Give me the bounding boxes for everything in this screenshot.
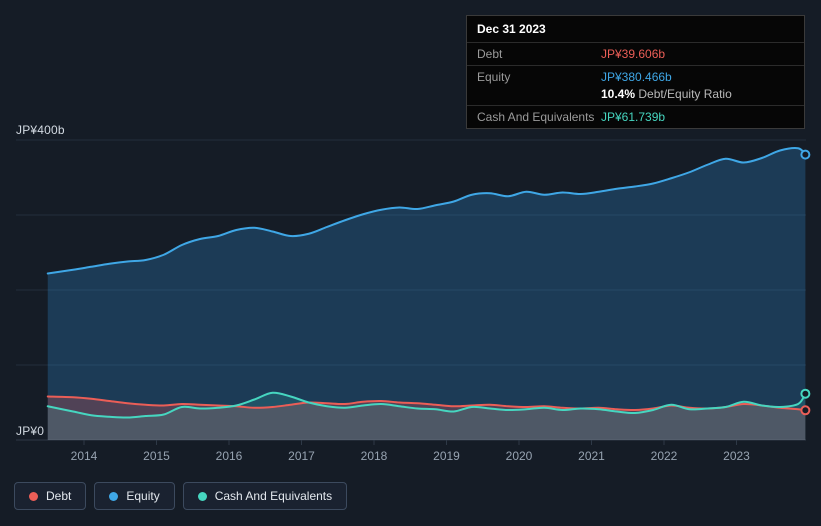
- legend-debt-label: Debt: [46, 489, 72, 503]
- y-axis-top-label: JP¥400b: [16, 123, 65, 137]
- legend-item-equity[interactable]: Equity: [94, 482, 175, 510]
- tooltip-equity-value: JP¥380.466b: [601, 70, 672, 84]
- debt-dot-icon: [29, 491, 38, 501]
- x-tick-label-2014: 2014: [71, 449, 98, 463]
- tooltip-equity-label: Equity: [477, 70, 511, 84]
- cash-dot-icon: [197, 491, 207, 501]
- tooltip-debt-row: Debt JP¥39.606b: [467, 43, 804, 66]
- debt-endpoint-dot: [800, 405, 811, 416]
- x-tick-label-2022: 2022: [651, 449, 678, 463]
- legend-cash-label: Cash And Equivalents: [214, 489, 333, 503]
- equity-endpoint-dot: [800, 149, 811, 160]
- tooltip-debt-value: JP¥39.606b: [601, 47, 666, 61]
- y-axis-bottom-label: JP¥0: [16, 424, 45, 438]
- equity-area: [47, 148, 806, 440]
- cash-and-equivalents-endpoint-dot: [800, 388, 811, 399]
- tooltip-debt-label: Debt: [477, 47, 503, 61]
- x-tick-label-2018: 2018: [361, 449, 388, 463]
- tooltip-cash-row: Cash And Equivalents JP¥61.739b: [467, 106, 804, 128]
- tooltip-date: Dec 31 2023: [467, 16, 804, 43]
- x-tick-label-2019: 2019: [433, 449, 460, 463]
- tooltip-equity-row: Equity JP¥380.466b 10.4% Debt/Equity Rat…: [467, 66, 804, 106]
- legend-equity-label: Equity: [126, 489, 160, 503]
- chart-tooltip: Dec 31 2023 Debt JP¥39.606b Equity JP¥38…: [466, 15, 805, 129]
- tooltip-debt-equity-ratio: 10.4% Debt/Equity Ratio: [601, 87, 732, 101]
- x-tick-label-2016: 2016: [216, 449, 243, 463]
- tooltip-ratio-value: 10.4%: [601, 87, 636, 101]
- x-tick-label-2015: 2015: [143, 449, 170, 463]
- tooltip-cash-label: Cash And Equivalents: [477, 110, 595, 124]
- tooltip-cash-value: JP¥61.739b: [601, 110, 666, 124]
- tooltip-ratio-label: Debt/Equity Ratio: [638, 87, 732, 101]
- legend-item-debt[interactable]: Debt: [14, 482, 87, 510]
- x-tick-label-2020: 2020: [506, 449, 533, 463]
- x-tick-label-2023: 2023: [723, 449, 750, 463]
- chart-legend: Debt Equity Cash And Equivalents: [14, 482, 348, 510]
- legend-item-cash[interactable]: Cash And Equivalents: [182, 482, 348, 510]
- x-tick-label-2021: 2021: [578, 449, 605, 463]
- equity-dot-icon: [109, 491, 119, 501]
- x-tick-label-2017: 2017: [288, 449, 315, 463]
